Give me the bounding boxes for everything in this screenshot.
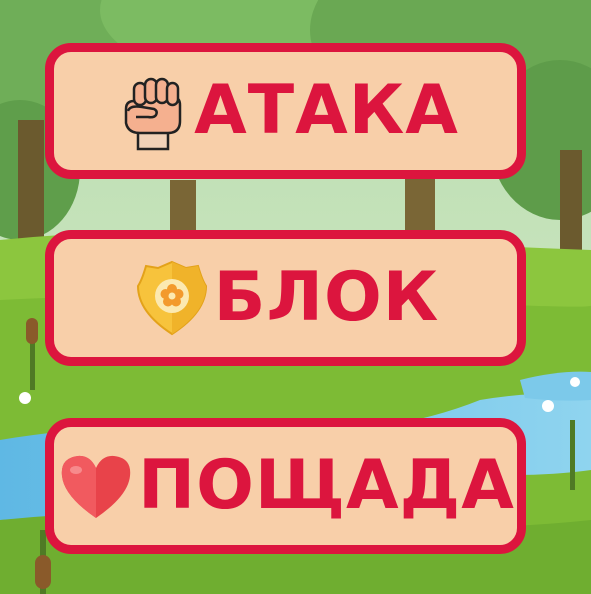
- shield-badge-icon: [136, 260, 207, 336]
- block-button-content: БЛОК: [132, 258, 440, 338]
- attack-button[interactable]: АТАКА: [45, 43, 526, 179]
- attack-button-label: АТАКА: [194, 71, 459, 150]
- mercy-button[interactable]: ПОЩАДА: [45, 418, 526, 554]
- heart-icon: [61, 455, 131, 518]
- block-button[interactable]: БЛОК: [45, 230, 526, 366]
- block-button-label: БЛОК: [213, 258, 440, 337]
- fist-icon: [124, 77, 182, 151]
- attack-button-content: АТАКА: [112, 71, 459, 151]
- mercy-button-label: ПОЩАДА: [138, 446, 515, 525]
- mercy-button-content: ПОЩАДА: [56, 446, 515, 526]
